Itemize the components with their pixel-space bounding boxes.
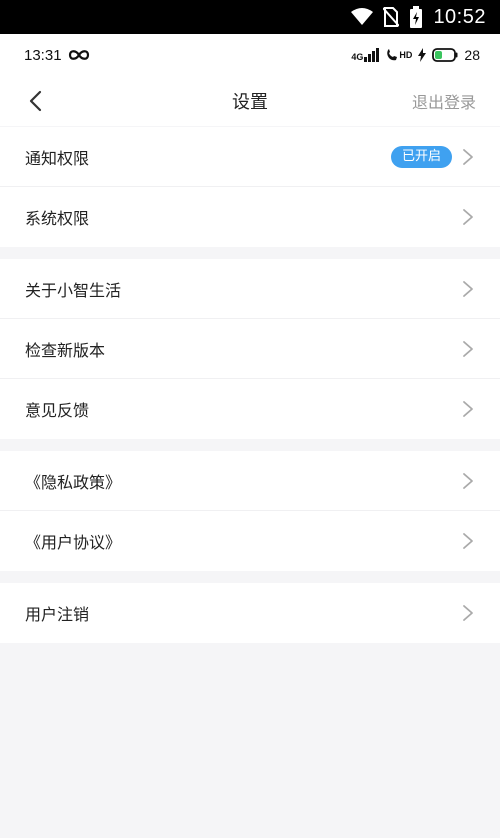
phone-time: 13:31 [24, 46, 62, 64]
battery-charging-icon [410, 6, 423, 28]
chevron-right-icon [463, 533, 473, 549]
row-label: 检查新版本 [25, 340, 106, 360]
row-feedback[interactable]: 意见反馈 [0, 379, 500, 439]
network-type-label: 4G [351, 52, 364, 62]
device-status-bar: 10:52 [0, 0, 500, 34]
row-label: 关于小智生活 [25, 280, 122, 300]
status-badge: 已开启 [390, 145, 452, 168]
chevron-right-icon [463, 209, 473, 225]
settings-group-permissions: 通知权限 已开启 系统权限 [0, 127, 500, 247]
page-title: 设置 [232, 92, 268, 113]
chevron-right-icon [463, 280, 473, 297]
settings-group-about: 关于小智生活 检查新版本 意见反馈 [0, 259, 500, 439]
battery-icon [432, 48, 458, 62]
settings-group-account: 用户注销 [0, 583, 500, 643]
infinity-icon [68, 50, 89, 60]
row-system-permission[interactable]: 系统权限 [0, 187, 500, 247]
chevron-right-icon [463, 148, 473, 165]
back-button[interactable] [22, 88, 48, 114]
row-notification-permission[interactable]: 通知权限 已开启 [0, 127, 500, 187]
chevron-right-icon [463, 340, 473, 357]
chevron-left-icon [29, 90, 42, 112]
row-label: 《隐私政策》 [25, 472, 122, 492]
charging-bolt-icon [418, 48, 427, 62]
row-user-agreement[interactable]: 《用户协议》 [0, 511, 500, 571]
hd-call-icon [387, 49, 398, 61]
row-label: 系统权限 [25, 209, 90, 228]
chevron-right-icon [463, 401, 473, 417]
chevron-right-icon [463, 605, 473, 621]
battery-level: 28 [464, 47, 480, 63]
chevron-right-icon [463, 472, 473, 489]
device-time: 10:52 [433, 5, 486, 28]
row-label: 意见反馈 [25, 401, 90, 420]
hd-label: HD [399, 49, 413, 60]
row-label: 《用户协议》 [25, 533, 122, 552]
row-delete-account[interactable]: 用户注销 [0, 583, 500, 643]
phone-status-bar: 13:31 4G HD 28 [0, 34, 500, 76]
nav-bar: 设置 退出登录 [0, 76, 500, 126]
row-privacy-policy[interactable]: 《隐私政策》 [0, 451, 500, 511]
no-sim-icon [383, 7, 400, 27]
row-check-update[interactable]: 检查新版本 [0, 319, 500, 379]
wifi-icon [351, 8, 374, 25]
logout-button[interactable]: 退出登录 [412, 89, 476, 113]
settings-group-legal: 《隐私政策》 《用户协议》 [0, 451, 500, 571]
row-label: 用户注销 [25, 605, 90, 624]
row-about[interactable]: 关于小智生活 [0, 259, 500, 319]
signal-icon [364, 48, 380, 62]
row-label: 通知权限 [25, 148, 90, 168]
